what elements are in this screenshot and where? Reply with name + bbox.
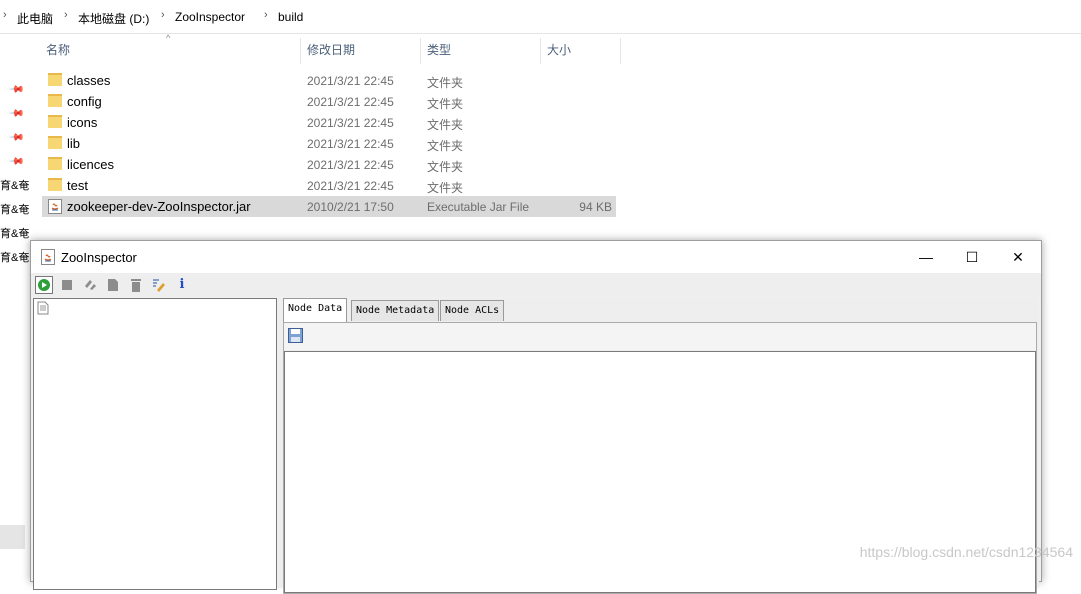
file-size: 94 KB [579,200,612,214]
file-date: 2010/2/21 17:50 [307,200,394,214]
tab-node-metadata[interactable]: Node Metadata [351,300,440,321]
minimize-button[interactable]: — [903,241,949,273]
file-name: classes [67,73,111,88]
refresh-icon[interactable] [81,276,99,294]
file-date: 2021/3/21 22:45 [307,179,394,193]
address-bar[interactable]: › 此电脑 › 本地磁盘 (D:) › ZooInspector › build [0,0,1081,34]
watermark: https://blog.csdn.net/csdn1234564 [859,544,1073,560]
file-date: 2021/3/21 22:45 [307,74,394,88]
file-name: zookeeper-dev-ZooInspector.jar [67,199,251,214]
nav-item[interactable]: 育&奄 [0,177,30,193]
file-date: 2021/3/21 22:45 [307,137,394,151]
file-row[interactable]: licences 2021/3/21 22:45 文件夹 [42,154,616,175]
jar-icon [48,199,62,214]
pin-icon[interactable]: 📌 [8,106,25,123]
sort-ascending-icon: ^ [166,33,171,43]
file-name: icons [67,115,98,130]
connect-icon[interactable] [35,276,53,294]
nav-item[interactable]: 育&奄 [0,201,30,217]
pin-icon[interactable]: 📌 [8,154,25,171]
tab-node-data[interactable]: Node Data [283,298,348,322]
nav-item[interactable]: 育&奄 [0,249,30,265]
file-type: Executable Jar File [427,200,530,214]
file-name: lib [67,136,81,151]
file-name: test [67,178,88,193]
folder-icon [48,94,62,107]
file-row[interactable]: classes 2021/3/21 22:45 文件夹 [42,70,616,91]
zooinspector-window: ZooInspector — ☐ ✕ i Node Data Node Meta… [30,240,1042,594]
save-icon[interactable] [288,328,303,346]
column-divider[interactable] [620,38,621,64]
column-header-name[interactable]: 名称 [46,40,70,64]
folder-icon [48,178,62,191]
folder-icon [48,136,62,149]
file-type: 文件夹 [427,181,464,195]
file-date: 2021/3/21 22:45 [307,95,394,109]
file-type: 文件夹 [427,139,464,153]
file-type: 文件夹 [427,97,464,111]
column-divider[interactable] [540,38,541,64]
tab-node-acls[interactable]: Node ACLs [440,300,505,321]
add-node-icon[interactable] [104,276,122,294]
column-divider[interactable] [300,38,301,64]
breadcrumb-this-pc[interactable]: 此电脑 [17,10,53,27]
column-header-type[interactable]: 类型 [427,40,451,64]
column-header-date[interactable]: 修改日期 [307,40,355,64]
title-bar[interactable]: ZooInspector — ☐ ✕ [31,241,1041,273]
java-app-icon [41,249,55,265]
pin-icon[interactable]: 📌 [8,82,25,99]
file-row[interactable]: config 2021/3/21 22:45 文件夹 [42,91,616,112]
nav-item[interactable]: 育&奄 [0,225,30,241]
folder-icon [48,73,62,86]
column-header-size[interactable]: 大小 [547,40,571,64]
maximize-button[interactable]: ☐ [949,241,995,273]
navigation-pane: 📌 📌 📌 📌 育&奄 育&奄 育&奄 育&奄 [0,34,30,570]
folder-icon [48,157,62,170]
close-button[interactable]: ✕ [995,241,1041,273]
file-row[interactable]: lib 2021/3/21 22:45 文件夹 [42,133,616,154]
pin-icon[interactable]: 📌 [8,130,25,147]
file-type: 文件夹 [427,118,464,132]
column-divider[interactable] [420,38,421,64]
file-row-selected[interactable]: zookeeper-dev-ZooInspector.jar 2010/2/21… [42,196,616,217]
chevron-right-icon: › [264,9,268,21]
chevron-right-icon: › [3,9,7,21]
save-toolbar [284,323,1036,350]
chevron-right-icon: › [64,9,68,21]
file-date: 2021/3/21 22:45 [307,116,394,130]
file-name: licences [67,157,114,172]
file-row[interactable]: test 2021/3/21 22:45 文件夹 [42,175,616,196]
chevron-right-icon: › [161,9,165,21]
breadcrumb-build[interactable]: build [278,10,303,24]
file-name: config [67,94,102,109]
toolbar: i [31,273,1041,297]
file-type: 文件夹 [427,160,464,174]
edit-icon[interactable] [150,276,168,294]
disconnect-icon[interactable] [58,276,76,294]
document-icon [37,301,49,318]
file-type: 文件夹 [427,76,464,90]
file-row[interactable]: icons 2021/3/21 22:45 文件夹 [42,112,616,133]
delete-node-icon[interactable] [127,276,145,294]
nav-item-selected[interactable] [0,525,25,549]
breadcrumb-zooinspector[interactable]: ZooInspector [175,10,245,24]
folder-icon [48,115,62,128]
window-title: ZooInspector [61,250,137,265]
info-icon[interactable]: i [173,276,191,294]
node-tree[interactable] [33,298,277,590]
file-date: 2021/3/21 22:45 [307,158,394,172]
breadcrumb-drive[interactable]: 本地磁盘 (D:) [78,10,149,27]
